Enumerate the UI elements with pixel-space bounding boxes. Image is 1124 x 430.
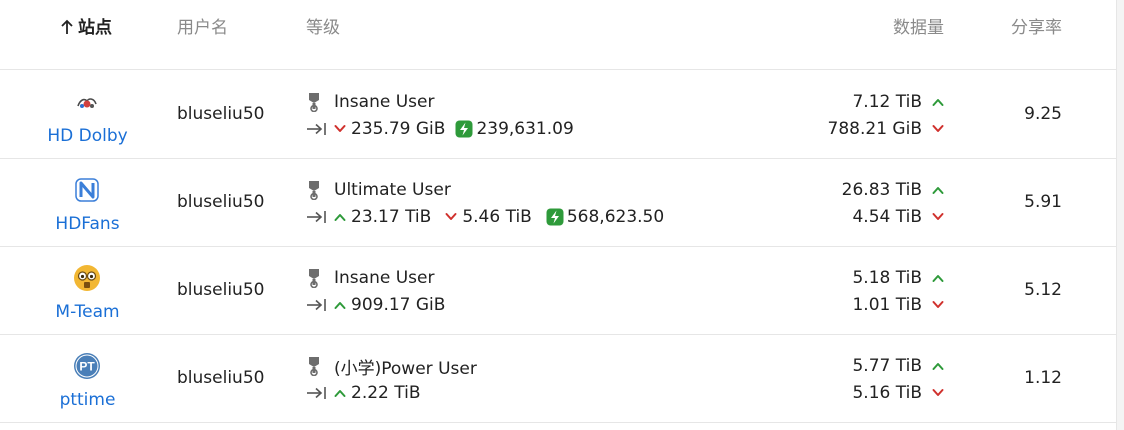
- site-link[interactable]: HDFans: [0, 214, 175, 234]
- pttime-logo-icon: PT: [72, 351, 102, 381]
- site-cell: M-Team: [0, 247, 175, 335]
- next-level-upload: 2.22 TiB: [351, 383, 421, 403]
- username: bluseliu50: [177, 368, 265, 388]
- level-cell: Ultimate User 23.17 TiB 5.46 TiB 568,623…: [306, 177, 664, 230]
- m-team-logo-icon: [72, 263, 102, 293]
- vertical-scrollbar[interactable]: [1116, 0, 1124, 430]
- next-level-icon: [306, 121, 328, 137]
- uploaded-value: 5.77 TiB: [852, 356, 922, 376]
- medal-icon: [306, 180, 322, 200]
- bonus-value: 239,631.09: [476, 119, 574, 139]
- table-row: HD Dolby bluseliu50 Insane User 235.79 G…: [0, 71, 1116, 159]
- username: bluseliu50: [177, 104, 265, 124]
- data-cell: 5.77 TiB 5.16 TiB: [852, 353, 944, 407]
- level-name: Insane User: [334, 268, 435, 288]
- chevron-down-icon: [334, 124, 346, 134]
- level-cell: (小学)Power User 2.22 TiB: [306, 353, 477, 406]
- uploaded-value: 5.18 TiB: [852, 268, 922, 288]
- column-header-site[interactable]: 站点: [60, 18, 112, 38]
- site-cell: HDFans: [0, 159, 175, 247]
- downloaded-value: 1.01 TiB: [852, 295, 922, 315]
- bonus-icon: [455, 120, 473, 138]
- level-name: (小学)Power User: [334, 358, 477, 379]
- medal-icon: [306, 92, 322, 112]
- next-level-icon: [306, 209, 328, 225]
- chevron-up-icon: [932, 361, 944, 371]
- data-cell: 5.18 TiB 1.01 TiB: [852, 265, 944, 319]
- uploaded-value: 7.12 TiB: [852, 92, 922, 112]
- table-row: PT pttime bluseliu50 (小学)Power User 2.22…: [0, 335, 1116, 423]
- downloaded-value: 4.54 TiB: [852, 207, 922, 227]
- next-level-upload: 909.17 GiB: [351, 295, 446, 315]
- chevron-up-icon: [334, 212, 346, 222]
- downloaded-value: 5.16 TiB: [852, 383, 922, 403]
- bonus-value: 568,623.50: [566, 207, 665, 227]
- ratio-value: 1.12: [1024, 368, 1062, 388]
- ratio-value: 5.12: [1024, 280, 1062, 300]
- downloaded-value: 788.21 GiB: [827, 119, 922, 139]
- level-name: Ultimate User: [334, 180, 451, 200]
- data-cell: 7.12 TiB 788.21 GiB: [828, 89, 944, 143]
- level-name: Insane User: [334, 92, 435, 112]
- table-header: 站点 用户名 等级 数据量 分享率: [0, 0, 1116, 70]
- chevron-up-icon: [932, 97, 944, 107]
- column-header-site-label: 站点: [78, 18, 112, 38]
- chevron-down-icon: [932, 212, 944, 222]
- next-level-icon: [306, 385, 328, 401]
- pttime-logo-text: PT: [79, 360, 95, 374]
- table-row: HDFans bluseliu50 Ultimate User 23.17 Ti…: [0, 159, 1116, 247]
- column-header-data[interactable]: 数据量: [893, 18, 944, 38]
- site-stats-table: 站点 用户名 等级 数据量 分享率 HD Dolby bluseliu50 In…: [0, 0, 1116, 430]
- chevron-up-icon: [932, 185, 944, 195]
- username: bluseliu50: [177, 280, 265, 300]
- ratio-value: 5.91: [1024, 192, 1062, 212]
- chevron-down-icon: [932, 124, 944, 134]
- next-level-download: 235.79 GiB: [351, 119, 446, 139]
- site-link[interactable]: M-Team: [0, 302, 175, 322]
- uploaded-value: 26.83 TiB: [841, 180, 922, 200]
- username: bluseliu50: [177, 192, 265, 212]
- bonus-icon: [546, 208, 564, 226]
- chevron-up-icon: [932, 273, 944, 283]
- chevron-up-icon: [334, 388, 346, 398]
- table-row: M-Team bluseliu50 Insane User 909.17 GiB…: [0, 247, 1116, 335]
- medal-icon: [306, 356, 322, 376]
- level-cell: Insane User 235.79 GiB 239,631.09: [306, 89, 574, 142]
- chevron-down-icon: [932, 388, 944, 398]
- next-level-upload: 23.17 TiB: [351, 207, 432, 227]
- chevron-up-icon: [334, 300, 346, 310]
- column-header-username[interactable]: 用户名: [177, 18, 228, 38]
- site-link[interactable]: pttime: [0, 390, 175, 410]
- next-level-download: 5.46 TiB: [462, 207, 532, 227]
- ratio-value: 9.25: [1024, 104, 1062, 124]
- hd-dolby-logo-icon: [72, 87, 102, 117]
- medal-icon: [306, 268, 322, 288]
- data-cell: 26.83 TiB 4.54 TiB: [842, 177, 944, 231]
- next-level-icon: [306, 297, 328, 313]
- column-header-ratio[interactable]: 分享率: [1011, 18, 1062, 38]
- site-cell: HD Dolby: [0, 71, 175, 159]
- chevron-down-icon: [445, 212, 457, 222]
- site-cell: PT pttime: [0, 335, 175, 423]
- column-header-level[interactable]: 等级: [306, 18, 340, 38]
- hdfans-logo-icon: [72, 175, 102, 205]
- chevron-down-icon: [932, 300, 944, 310]
- site-link[interactable]: HD Dolby: [0, 126, 175, 146]
- sort-ascending-icon: [61, 19, 73, 34]
- level-cell: Insane User 909.17 GiB: [306, 265, 445, 318]
